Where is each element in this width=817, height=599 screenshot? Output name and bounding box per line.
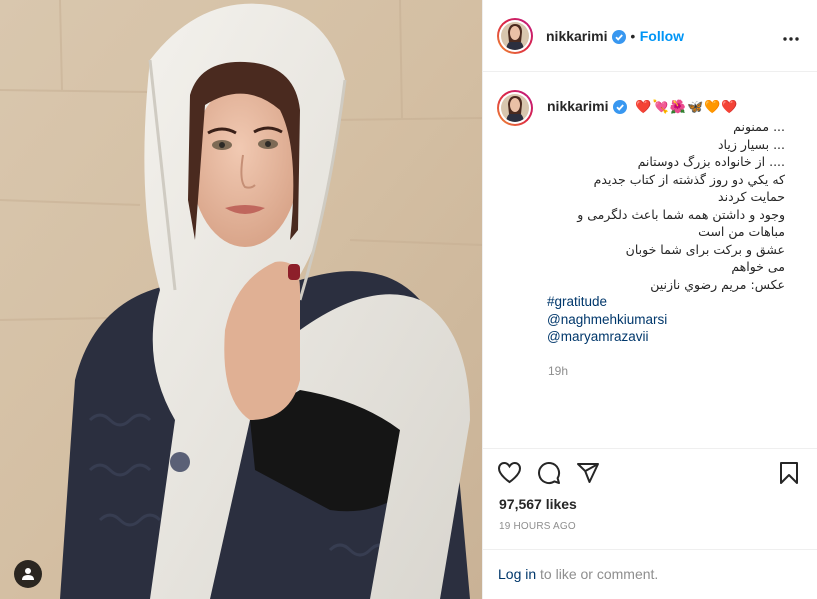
caption-line: وجود و داشتن همه شما باعث دلگرمی و <box>577 206 785 222</box>
verified-badge-icon <box>612 99 627 114</box>
avatar-image <box>501 94 529 122</box>
posted-time[interactable]: 19 HOURS AGO <box>499 521 576 532</box>
caption-line: عكس: مريم رضوي نازنين <box>650 276 785 292</box>
login-prompt: Log in to like or comment. <box>483 549 817 599</box>
share-icon <box>577 463 599 483</box>
comment-button[interactable] <box>537 461 561 490</box>
caption-line: مباهات من است <box>698 224 785 239</box>
action-bar <box>483 448 817 488</box>
caption-line: ... ممنونم <box>733 119 785 134</box>
post-header: nikkarimi • Follow <box>483 0 817 72</box>
post-photo[interactable] <box>0 0 482 599</box>
bookmark-icon <box>780 462 798 484</box>
caption-line: عشق و بركت براى شما خوبان <box>625 241 785 257</box>
caption-timestamp[interactable]: 19h <box>548 364 568 378</box>
user-tag-button[interactable] <box>14 560 42 588</box>
caption-line: .... از خانواده بزرگ دوستانم <box>637 154 785 169</box>
verified-badge-icon <box>611 29 626 44</box>
caption-link[interactable]: @maryamrazavii <box>547 328 785 346</box>
avatar-image <box>501 22 529 50</box>
post-side-panel: nikkarimi • Follow nikkarimi ❤️💘🌺🦋🧡❤️ ..… <box>482 0 817 599</box>
profile-avatar[interactable] <box>497 18 533 54</box>
comment-icon <box>538 462 561 484</box>
caption-text: ... ممنونم ... بسيار زياد .... از خانواده … <box>547 118 785 346</box>
like-button[interactable] <box>497 461 522 489</box>
share-button[interactable] <box>576 461 600 490</box>
more-options-icon <box>783 37 799 41</box>
caption-username[interactable]: nikkarimi <box>547 98 608 114</box>
save-button[interactable] <box>779 461 799 490</box>
caption-emojis: ❤️💘🌺🦋🧡❤️ <box>635 99 739 114</box>
login-prompt-text: to like or comment. <box>536 566 659 582</box>
login-link[interactable]: Log in <box>498 566 536 582</box>
heart-icon <box>497 461 522 484</box>
caption-line: مى خواهم <box>731 259 785 274</box>
caption-line: ... بسيار زياد <box>717 136 785 152</box>
caption-link[interactable]: @naghmehkiumarsi <box>547 311 785 329</box>
caption-link[interactable]: #gratitude <box>547 293 785 311</box>
caption-line: كه يكي دو روز گذشته از كتاب جديدم <box>593 171 785 187</box>
user-tag-icon <box>22 568 34 580</box>
likes-count[interactable]: 97,567 likes <box>499 496 577 512</box>
header-separator: • <box>630 28 636 44</box>
follow-button[interactable]: Follow <box>640 28 684 44</box>
caption-header: nikkarimi ❤️💘🌺🦋🧡❤️ <box>547 98 739 116</box>
more-options-button[interactable] <box>783 28 799 46</box>
portrait-illustration <box>0 0 482 599</box>
header-username[interactable]: nikkarimi <box>546 28 607 44</box>
caption-line: حمايت كردند <box>718 189 785 204</box>
caption-avatar[interactable] <box>497 90 533 126</box>
